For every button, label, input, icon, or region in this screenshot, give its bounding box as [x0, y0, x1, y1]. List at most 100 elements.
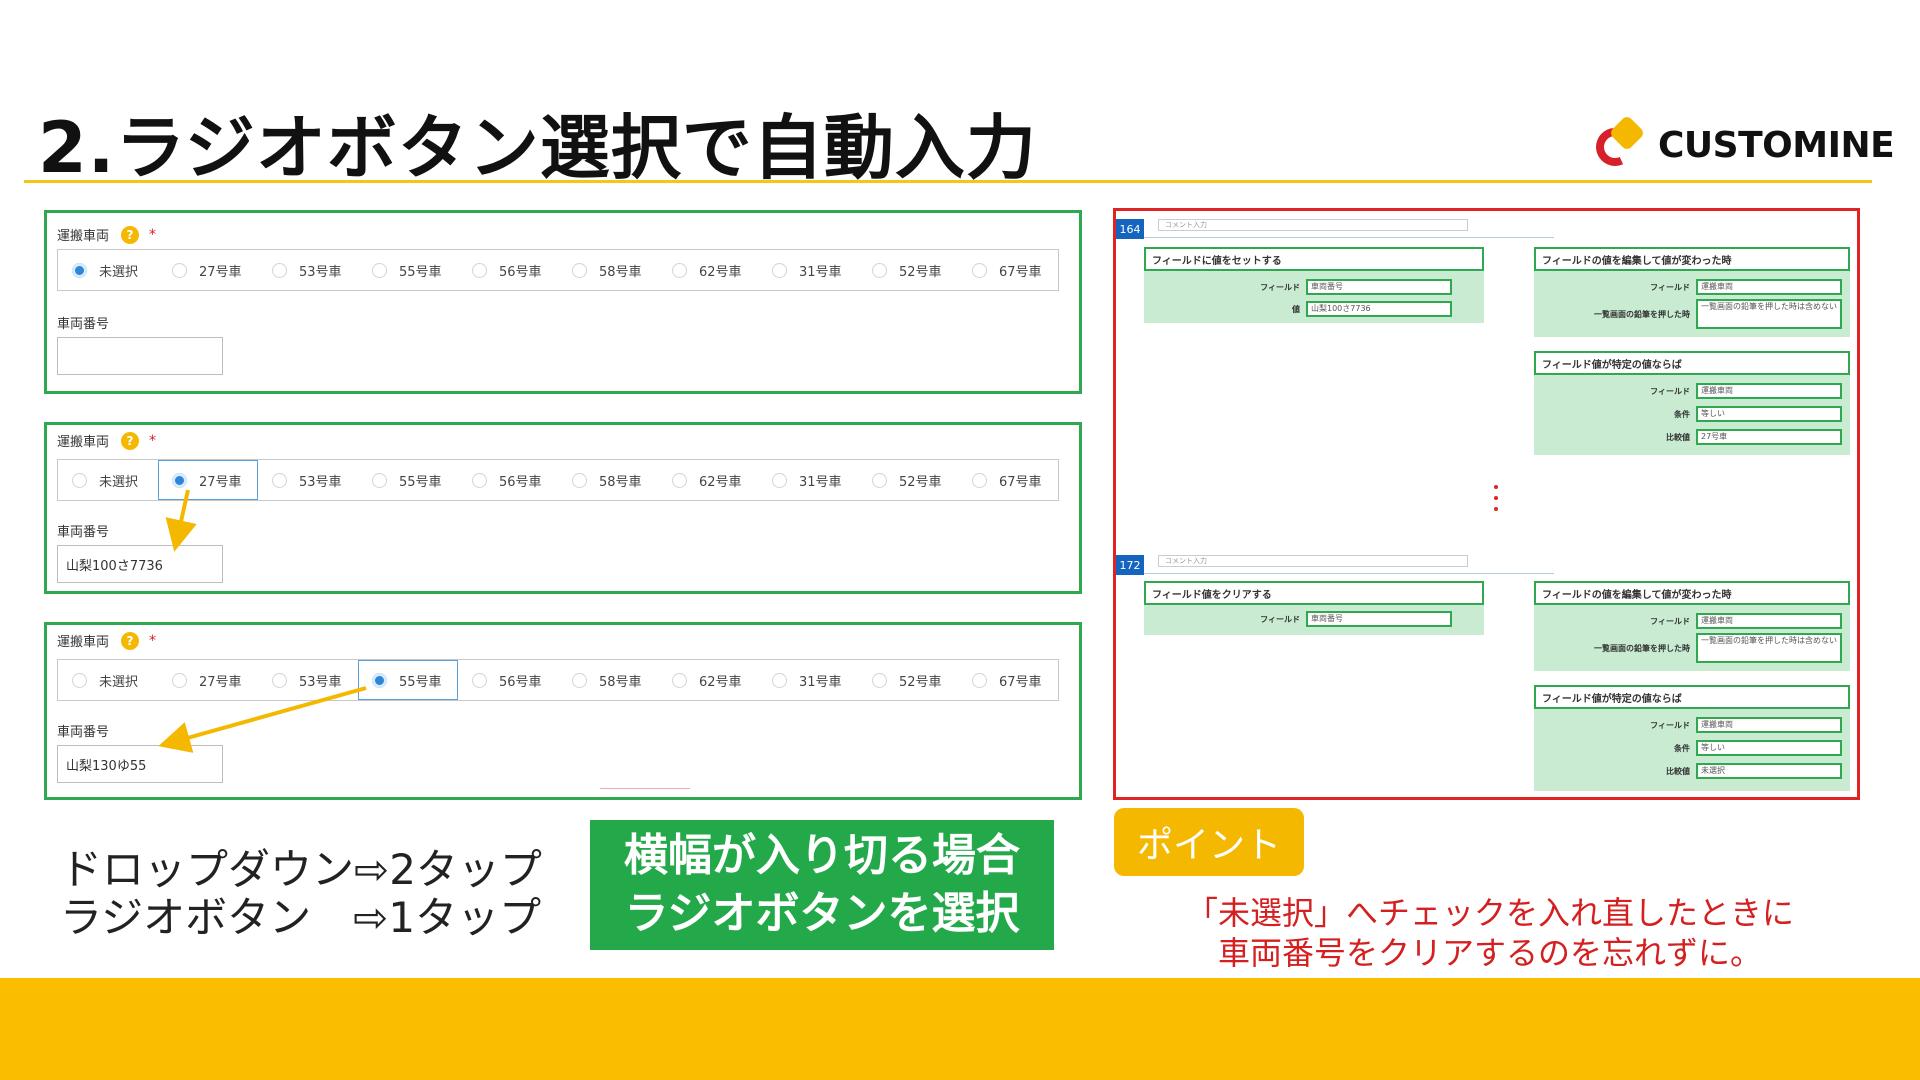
- value-field[interactable]: 運搬車両: [1696, 613, 1842, 629]
- value-field[interactable]: 運搬車両: [1696, 279, 1842, 295]
- card-title: フィールド値をクリアする: [1144, 581, 1484, 605]
- card-row: 一覧画面の鉛筆を押した時 一覧画面の鉛筆を押した時は含めない: [1534, 633, 1842, 663]
- rule-number: 164: [1116, 219, 1144, 239]
- radio-option-5[interactable]: 58号車: [558, 460, 658, 500]
- comment-input[interactable]: コメント入力: [1158, 555, 1468, 567]
- vehicle-number-input[interactable]: 山梨100さ7736: [57, 545, 223, 583]
- radio-option-3[interactable]: 55号車: [358, 250, 458, 290]
- vehicle-field-label: 運搬車両 ? *: [57, 431, 157, 450]
- customine-config-panel: 164 コメント入力 フィールドに値をセットする フィールド 車両番号 値山梨10…: [1113, 208, 1860, 800]
- radio-dot-icon: [672, 472, 687, 488]
- customine-logo: CUSTOMINE: [1590, 114, 1895, 172]
- decorative-divider: [600, 788, 690, 789]
- radio-dot-icon: [172, 672, 187, 688]
- footer-band: [0, 978, 1920, 1080]
- vehicle-radio-group: 未選択 27号車 53号車 55号車 56号車 58号車 62号車 31号車 5…: [57, 459, 1059, 501]
- radio-option-8[interactable]: 52号車: [858, 460, 958, 500]
- value-field[interactable]: 運搬車両: [1696, 383, 1842, 399]
- radio-dot-icon: [72, 472, 87, 488]
- radio-option-6[interactable]: 62号車: [658, 250, 758, 290]
- radio-dot-icon: [372, 672, 387, 688]
- trigger-card: フィールドの値を編集して値が変わった時 フィールド 運搬車両 一覧画面の鉛筆を押し…: [1534, 581, 1850, 671]
- required-mark: *: [149, 632, 157, 649]
- radio-dot-icon: [272, 672, 287, 688]
- radio-dot-icon: [272, 472, 287, 488]
- value-field[interactable]: 山梨100さ7736: [1306, 301, 1452, 317]
- radio-dot-icon: [372, 472, 387, 488]
- vehicle-number-input[interactable]: 山梨130ゆ55: [57, 745, 223, 783]
- value-field[interactable]: 等しい: [1696, 406, 1842, 422]
- required-mark: *: [149, 226, 157, 243]
- radio-option-4[interactable]: 56号車: [458, 250, 558, 290]
- radio-option-0[interactable]: 未選択: [58, 250, 158, 290]
- radio-dot-icon: [272, 262, 287, 278]
- radio-option-8[interactable]: 52号車: [858, 250, 958, 290]
- radio-option-4[interactable]: 56号車: [458, 460, 558, 500]
- radio-option-3[interactable]: 55号車: [358, 460, 458, 500]
- card-row: フィールド 運搬車両: [1534, 383, 1842, 399]
- radio-option-1[interactable]: 27号車: [158, 250, 258, 290]
- radio-option-9[interactable]: 67号車: [958, 660, 1058, 700]
- point-note-line2: 車両番号をクリアするのを忘れずに。: [1217, 934, 1762, 972]
- card-title: フィールドの値を編集して値が変わった時: [1534, 247, 1850, 271]
- radio-dot-icon: [872, 672, 887, 688]
- vehicle-number-label: 車両番号: [57, 317, 110, 332]
- radio-option-2[interactable]: 53号車: [258, 460, 358, 500]
- radio-option-6[interactable]: 62号車: [658, 660, 758, 700]
- vehicle-radio-group: 未選択 27号車 53号車 55号車 56号車 58号車 62号車 31号車 5…: [57, 249, 1059, 291]
- value-field[interactable]: 車両番号: [1306, 611, 1452, 627]
- card-row: フィールド 運搬車両: [1534, 279, 1842, 295]
- card-row: 一覧画面の鉛筆を押した時 一覧画面の鉛筆を押した時は含めない: [1534, 299, 1842, 329]
- radio-option-7[interactable]: 31号車: [758, 460, 858, 500]
- vehicle-number-input[interactable]: [57, 337, 223, 375]
- radio-dot-icon: [772, 262, 787, 278]
- radio-option-6[interactable]: 62号車: [658, 460, 758, 500]
- radio-dot-icon: [672, 672, 687, 688]
- radio-option-7[interactable]: 31号車: [758, 660, 858, 700]
- card-row: 値山梨100さ7736: [1144, 301, 1452, 317]
- comment-input[interactable]: コメント入力: [1158, 219, 1468, 231]
- help-icon[interactable]: ?: [121, 431, 140, 450]
- card-row: フィールド 運搬車両: [1534, 717, 1842, 733]
- card-title: フィールド値が特定の値ならば: [1534, 685, 1850, 709]
- value-field[interactable]: 未選択: [1696, 763, 1842, 779]
- value-field[interactable]: 等しい: [1696, 740, 1842, 756]
- vehicle-number-label: 車両番号: [57, 525, 110, 540]
- form-panel-unselected: 運搬車両 ? * 未選択 27号車 53号車 55号車 56号車 58号車 62…: [44, 210, 1082, 394]
- radio-dot-icon: [772, 672, 787, 688]
- radio-option-7[interactable]: 31号車: [758, 250, 858, 290]
- radio-option-4[interactable]: 56号車: [458, 660, 558, 700]
- radio-option-3[interactable]: 55号車: [358, 660, 458, 700]
- value-field[interactable]: 運搬車両: [1696, 717, 1842, 733]
- radio-dot-icon: [572, 672, 587, 688]
- value-field[interactable]: 一覧画面の鉛筆を押した時は含めない: [1696, 633, 1842, 663]
- radio-option-1[interactable]: 27号車: [158, 460, 258, 500]
- rule-divider: [1144, 237, 1554, 238]
- radio-option-0[interactable]: 未選択: [58, 660, 158, 700]
- radio-option-2[interactable]: 53号車: [258, 250, 358, 290]
- radio-option-8[interactable]: 52号車: [858, 660, 958, 700]
- help-icon[interactable]: ?: [121, 631, 140, 650]
- card-row: フィールド 車両番号: [1144, 611, 1452, 627]
- value-field[interactable]: 車両番号: [1306, 279, 1452, 295]
- card-row: フィールド 車両番号: [1144, 279, 1452, 295]
- point-badge: ポイント: [1114, 808, 1304, 876]
- vehicle-number-label: 車両番号: [57, 725, 110, 740]
- radio-option-5[interactable]: 58号車: [558, 660, 658, 700]
- radio-option-1[interactable]: 27号車: [158, 660, 258, 700]
- radio-option-9[interactable]: 67号車: [958, 250, 1058, 290]
- radio-option-9[interactable]: 67号車: [958, 460, 1058, 500]
- radio-option-5[interactable]: 58号車: [558, 250, 658, 290]
- value-field[interactable]: 27号車: [1696, 429, 1842, 445]
- card-title: フィールド値が特定の値ならば: [1534, 351, 1850, 375]
- form-panel-27: 運搬車両 ? * 未選択 27号車 53号車 55号車 56号車 58号車 62…: [44, 422, 1082, 594]
- radio-option-2[interactable]: 53号車: [258, 660, 358, 700]
- radio-option-0[interactable]: 未選択: [58, 460, 158, 500]
- radio-dot-icon: [172, 472, 187, 488]
- radio-dot-icon: [772, 472, 787, 488]
- help-icon[interactable]: ?: [121, 225, 140, 244]
- radio-dot-icon: [572, 262, 587, 278]
- radio-recommendation-callout: 横幅が入り切る場合 ラジオボタンを選択: [590, 820, 1054, 950]
- value-field[interactable]: 一覧画面の鉛筆を押した時は含めない: [1696, 299, 1842, 329]
- radio-dot-icon: [72, 672, 87, 688]
